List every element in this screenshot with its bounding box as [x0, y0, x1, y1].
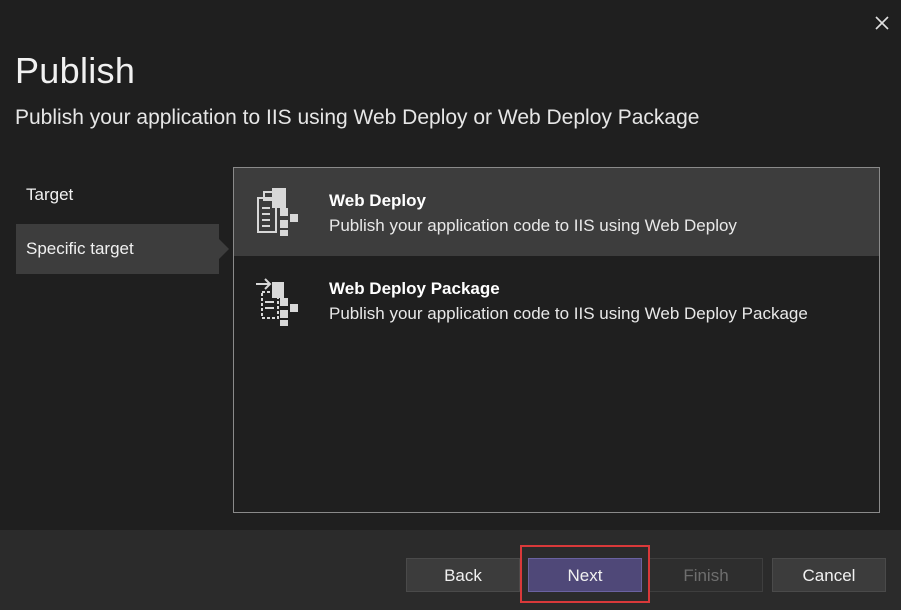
back-button[interactable]: Back: [406, 558, 520, 592]
step-target[interactable]: Target: [16, 170, 219, 220]
close-button[interactable]: [869, 10, 895, 36]
dialog-footer: Back Next Finish Cancel: [0, 530, 901, 610]
web-deploy-icon: [254, 186, 304, 238]
wizard-steps: Target Specific target: [16, 170, 232, 278]
option-description: Publish your application code to IIS usi…: [329, 304, 808, 323]
dialog-title: Publish: [15, 50, 136, 91]
finish-button[interactable]: Finish: [649, 558, 763, 592]
close-icon: [875, 16, 889, 30]
cancel-button[interactable]: Cancel: [772, 558, 886, 592]
option-web-deploy[interactable]: Web Deploy Publish your application code…: [234, 168, 879, 256]
option-title: Web Deploy Package: [329, 279, 500, 298]
option-web-deploy-package[interactable]: Web Deploy Package Publish your applicat…: [234, 256, 879, 344]
web-deploy-package-icon: [254, 274, 304, 326]
step-specific-target[interactable]: Specific target: [16, 224, 229, 274]
target-options-list: Web Deploy Publish your application code…: [233, 167, 880, 513]
option-description: Publish your application code to IIS usi…: [329, 216, 737, 235]
step-label: Target: [26, 185, 74, 204]
step-label: Specific target: [26, 239, 134, 258]
next-button[interactable]: Next: [528, 558, 642, 592]
dialog-subtitle: Publish your application to IIS using We…: [15, 106, 700, 129]
option-title: Web Deploy: [329, 191, 426, 210]
